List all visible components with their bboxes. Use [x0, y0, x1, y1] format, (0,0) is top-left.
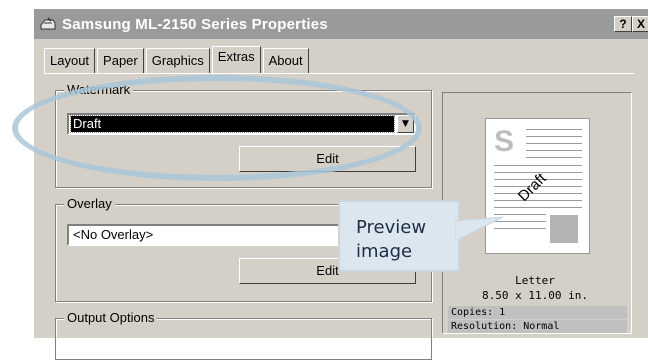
title-bar[interactable]: Samsung ML-2150 Series Properties ? X	[34, 9, 648, 39]
watermark-group: Watermark	[55, 82, 432, 188]
page-line	[526, 129, 582, 130]
dropdown-arrow-icon[interactable]: ▼	[397, 115, 414, 133]
page-line	[526, 136, 582, 137]
overlay-selected-value: <No Overlay>	[73, 227, 154, 242]
callout-text: Preview image	[356, 217, 427, 262]
paper-name: Letter	[515, 274, 555, 287]
close-button[interactable]: X	[632, 16, 648, 32]
window-title: Samsung ML-2150 Series Properties	[62, 15, 328, 33]
watermark-group-label: Watermark	[64, 82, 134, 97]
page-letter: S	[494, 125, 515, 158]
paper-size: 8.50 x 11.00 in.	[482, 289, 588, 302]
output-options-label: Output Options	[64, 310, 158, 325]
watermark-selected-value: Draft	[70, 115, 395, 133]
tab-layout[interactable]: Layout	[44, 48, 96, 73]
watermark-select[interactable]: Draft ▼	[67, 113, 416, 135]
page-line	[526, 150, 582, 151]
watermark-edit-button[interactable]: Edit	[239, 146, 416, 172]
page-line	[494, 207, 582, 208]
callout-pointer	[455, 216, 504, 242]
page-line	[526, 143, 582, 144]
overlay-group-label: Overlay	[64, 196, 115, 211]
tab-strip: Layout Paper Graphics Extras About	[44, 46, 311, 74]
page-image-placeholder	[550, 215, 578, 243]
output-options-group: Output Options	[55, 310, 432, 360]
tab-panel-edge	[44, 73, 634, 74]
page-line	[526, 157, 582, 158]
help-button[interactable]: ?	[614, 16, 632, 32]
tab-graphics[interactable]: Graphics	[145, 48, 210, 73]
copies-info: Copies: 1	[448, 306, 627, 319]
preview-callout: Preview image	[338, 200, 460, 272]
tab-about[interactable]: About	[262, 48, 309, 73]
tab-paper[interactable]: Paper	[97, 48, 144, 73]
page-line	[494, 165, 582, 166]
printer-icon	[40, 17, 56, 30]
tab-extras[interactable]: Extras	[211, 46, 261, 74]
page-line	[494, 200, 582, 201]
